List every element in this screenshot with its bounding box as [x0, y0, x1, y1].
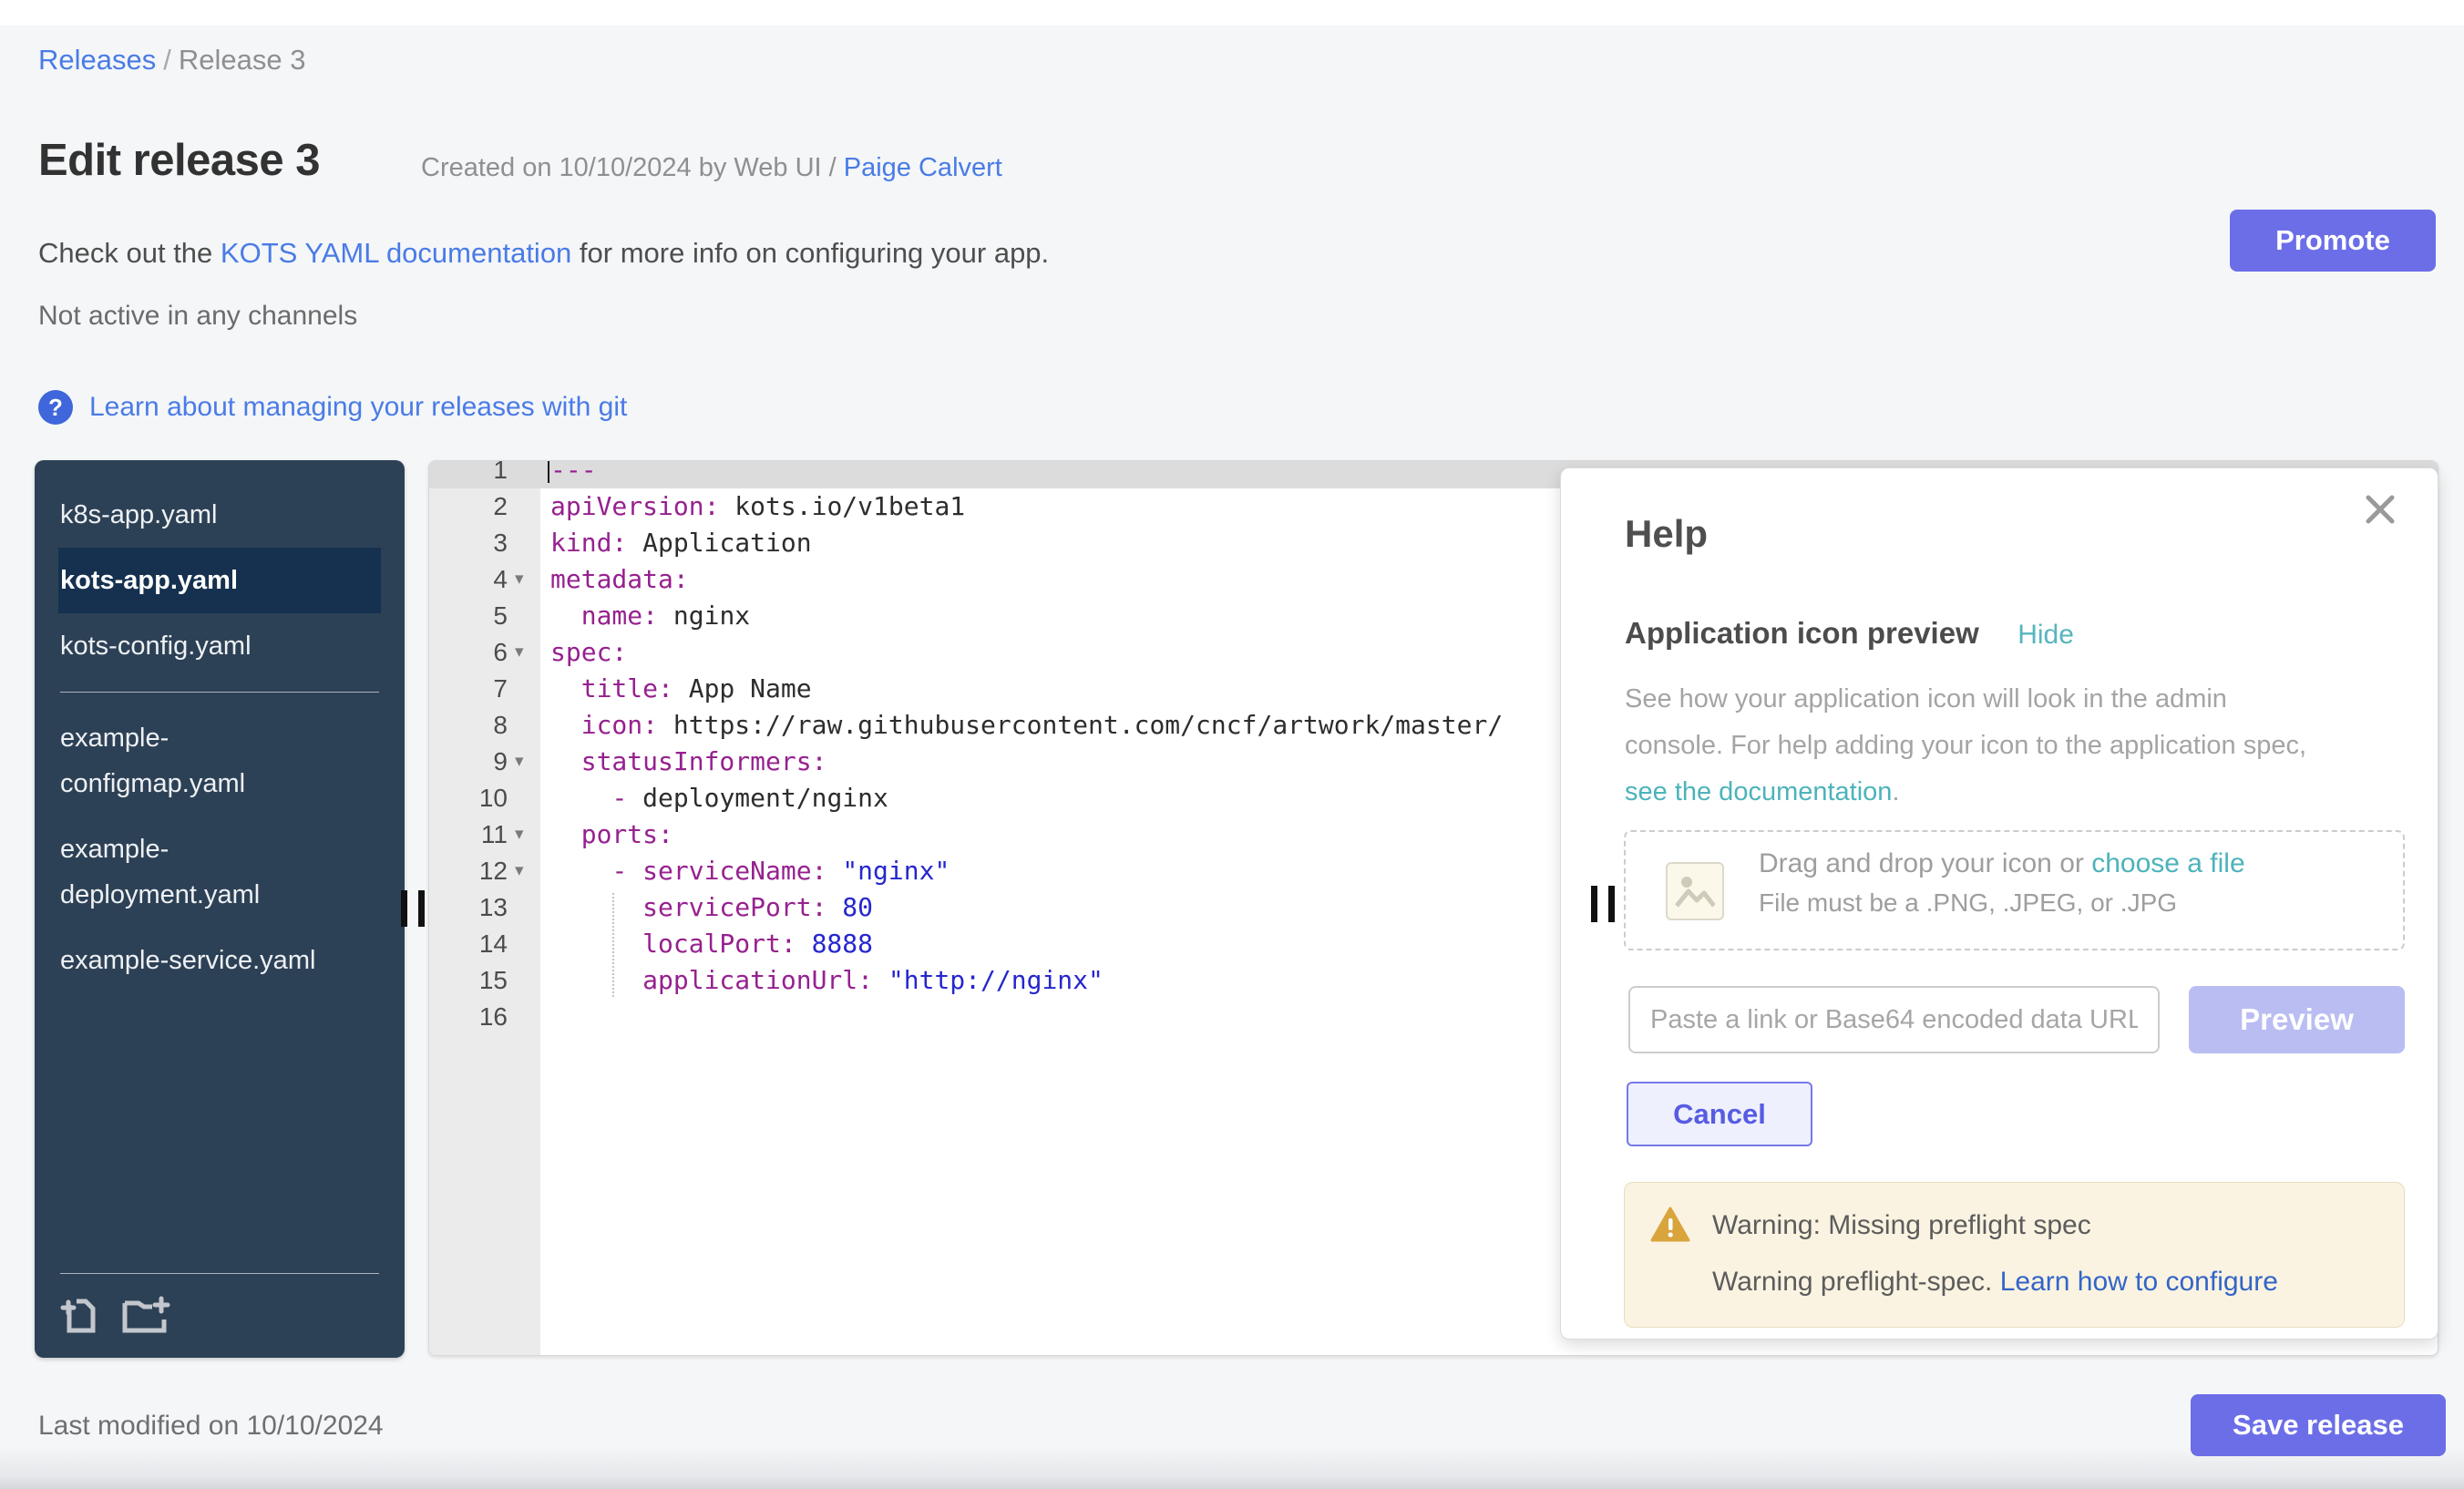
- fold-arrow-icon[interactable]: ▾: [515, 634, 542, 671]
- docs-line: Check out the KOTS YAML documentation fo…: [38, 237, 1049, 270]
- close-icon[interactable]: [2365, 494, 2396, 525]
- fold-arrow-icon[interactable]: ▾: [515, 561, 542, 598]
- line-text: - deployment/nginx: [550, 780, 888, 816]
- file-list-examples: example-configmap.yamlexample-deployment…: [35, 705, 405, 993]
- file-item-kots-config.yaml[interactable]: kots-config.yaml: [58, 613, 345, 679]
- line-number: 12: [429, 853, 508, 889]
- last-modified-text: Last modified on 10/10/2024: [38, 1411, 384, 1442]
- file-item-example-deployment.yaml[interactable]: example-deployment.yaml: [58, 816, 345, 928]
- line-text: - serviceName: "nginx": [550, 853, 950, 889]
- line-number: 13: [429, 889, 508, 926]
- promote-button[interactable]: Promote: [2230, 210, 2436, 272]
- line-number: 7: [429, 671, 508, 707]
- line-number: 3: [429, 525, 508, 561]
- fold-arrow-icon[interactable]: ▾: [515, 816, 542, 853]
- docs-suffix: for more info on configuring your app.: [571, 237, 1049, 269]
- line-text: ---: [550, 460, 597, 488]
- breadcrumb-current: Release 3: [179, 44, 306, 76]
- breadcrumb-releases-link[interactable]: Releases: [38, 44, 156, 76]
- add-folder-icon[interactable]: [122, 1294, 173, 1334]
- line-text: metadata:: [550, 561, 689, 598]
- indent-guide: [612, 893, 614, 997]
- line-number: 5: [429, 598, 508, 634]
- warning-triangle-icon: [1650, 1207, 1690, 1243]
- preview-button[interactable]: Preview: [2189, 986, 2405, 1053]
- icon-preview-section: Application icon preview Hide: [1625, 616, 2074, 651]
- choose-file-link[interactable]: choose a file: [2091, 848, 2244, 878]
- question-circle-icon: ?: [38, 390, 73, 425]
- icon-preview-description: See how your application icon will look …: [1625, 676, 2306, 816]
- breadcrumb: Releases/Release 3: [38, 44, 305, 77]
- line-text: apiVersion: kots.io/v1beta1: [550, 488, 965, 525]
- warning-title: Warning: Missing preflight spec: [1712, 1210, 2091, 1241]
- created-line: Created on 10/10/2024 by Web UI / Paige …: [421, 153, 1002, 183]
- created-author-link[interactable]: Paige Calvert: [844, 153, 1002, 182]
- line-text: icon: https://raw.githubusercontent.com/…: [550, 707, 1503, 744]
- breadcrumb-separator: /: [156, 44, 179, 76]
- line-text: name: nginx: [550, 598, 750, 634]
- file-list-top: k8s-app.yamlkots-app.yamlkots-config.yam…: [35, 460, 405, 679]
- file-tree-sidebar: k8s-app.yamlkots-app.yamlkots-config.yam…: [35, 460, 405, 1358]
- created-text: Created on 10/10/2024 by Web UI /: [421, 153, 844, 182]
- file-item-kots-app.yaml[interactable]: kots-app.yaml: [58, 548, 381, 613]
- bottom-fade: [0, 1447, 2464, 1489]
- line-number: 15: [429, 962, 508, 999]
- file-item-example-service.yaml[interactable]: example-service.yaml: [58, 928, 345, 993]
- icon-url-input[interactable]: [1628, 986, 2160, 1053]
- page-title: Edit release 3: [38, 135, 320, 186]
- kots-yaml-docs-link[interactable]: KOTS YAML documentation: [221, 237, 571, 269]
- line-number: 6: [429, 634, 508, 671]
- file-list-divider: [60, 692, 379, 693]
- line-number: 8: [429, 707, 508, 744]
- line-number: 10: [429, 780, 508, 816]
- sidebar-bottom-section: [35, 1273, 405, 1358]
- cancel-button[interactable]: Cancel: [1627, 1082, 1812, 1146]
- line-text: applicationUrl: "http://nginx": [550, 962, 1104, 999]
- line-text: servicePort: 80: [550, 889, 873, 926]
- fold-arrow-icon[interactable]: ▾: [515, 744, 542, 780]
- file-type-requirements: File must be a .PNG, .JPEG, or .JPG: [1759, 888, 2245, 918]
- help-panel-resize-handle[interactable]: [1591, 886, 1617, 922]
- line-number: 2: [429, 488, 508, 525]
- line-number: 9: [429, 744, 508, 780]
- channel-status: Not active in any channels: [38, 301, 357, 332]
- sidebar-resize-handle[interactable]: [401, 890, 426, 927]
- drop-zone-text: Drag and drop your icon or choose a file…: [1759, 848, 2245, 918]
- warning-detail: Warning preflight-spec. Learn how to con…: [1712, 1267, 2278, 1298]
- line-text: ports:: [550, 816, 673, 853]
- drop-instruction: Drag and drop your icon or: [1759, 848, 2091, 878]
- line-number: 14: [429, 926, 508, 962]
- preflight-warning-box: Warning: Missing preflight spec Warning …: [1624, 1182, 2405, 1328]
- fold-arrow-icon[interactable]: ▾: [515, 853, 542, 889]
- line-text: title: App Name: [550, 671, 812, 707]
- icon-drop-zone[interactable]: Drag and drop your icon or choose a file…: [1624, 830, 2405, 950]
- hide-link[interactable]: Hide: [2017, 620, 2074, 651]
- sidebar-bottom-divider: [60, 1273, 379, 1274]
- line-number: 16: [429, 999, 508, 1035]
- help-panel-title: Help: [1625, 512, 1708, 556]
- line-text: spec:: [550, 634, 627, 671]
- see-documentation-link[interactable]: see the documentation: [1625, 777, 1892, 806]
- git-releases-link[interactable]: Learn about managing your releases with …: [89, 392, 627, 423]
- icon-preview-heading: Application icon preview: [1625, 616, 1979, 651]
- git-help-row: ? Learn about managing your releases wit…: [38, 390, 627, 425]
- file-item-k8s-app.yaml[interactable]: k8s-app.yaml: [58, 482, 345, 548]
- line-text: localPort: 8888: [550, 926, 873, 962]
- line-number: 11: [429, 816, 508, 853]
- line-number: 1: [429, 460, 508, 488]
- line-number: 4: [429, 561, 508, 598]
- line-text: statusInformers:: [550, 744, 826, 780]
- top-white-bar: [0, 0, 2464, 26]
- image-placeholder-icon: [1666, 862, 1724, 920]
- text-cursor: [548, 460, 549, 483]
- line-text: kind: Application: [550, 525, 812, 561]
- configure-preflight-link[interactable]: Learn how to configure: [2000, 1267, 2278, 1297]
- help-panel: Help Application icon preview Hide See h…: [1560, 467, 2438, 1340]
- docs-prefix: Check out the: [38, 237, 221, 269]
- file-item-example-configmap.yaml[interactable]: example-configmap.yaml: [58, 705, 345, 816]
- add-file-icon[interactable]: [60, 1294, 98, 1334]
